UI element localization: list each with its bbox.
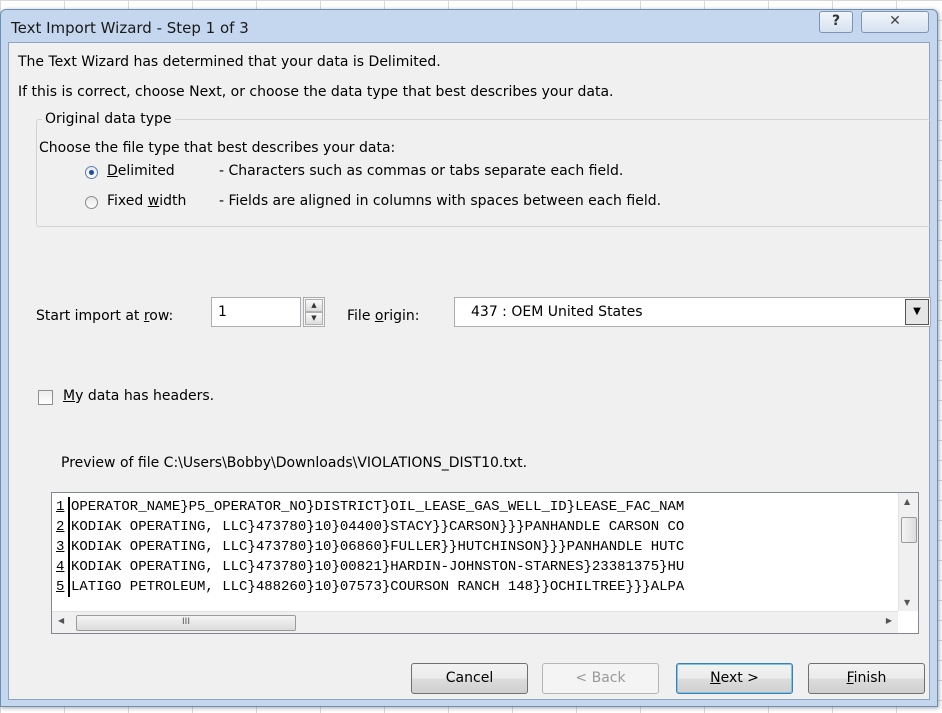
preview-row-text: OPERATOR_NAME}P5_OPERATOR_NO}DISTRICT}OI… bbox=[71, 499, 685, 515]
scroll-up-icon[interactable]: ▲ bbox=[904, 497, 910, 506]
finish-button[interactable]: Finish bbox=[808, 663, 925, 694]
dropdown-arrow-icon[interactable]: ▼ bbox=[905, 299, 929, 325]
wizard-body: The Text Wizard has determined that your… bbox=[8, 42, 931, 700]
start-row-input[interactable]: 1 bbox=[211, 297, 301, 327]
headers-checkbox[interactable] bbox=[38, 390, 53, 405]
next-button[interactable]: Next > bbox=[676, 663, 793, 694]
preview-row-text: KODIAK OPERATING, LLC}473780}10}00821}HA… bbox=[71, 559, 685, 575]
spin-up-icon[interactable]: ▲ bbox=[305, 299, 323, 312]
title-bar[interactable]: Text Import Wizard - Step 1 of 3 ? ✕ bbox=[1, 10, 937, 44]
preview-row-text: LATIGO PETROLEUM, LLC}488260}10}07573}CO… bbox=[71, 579, 685, 595]
close-button[interactable]: ✕ bbox=[861, 11, 929, 33]
fixed-width-radio[interactable] bbox=[85, 196, 98, 209]
vertical-scrollbar[interactable]: ▲ ▼ bbox=[898, 493, 918, 611]
preview-row-number: 3 bbox=[54, 537, 70, 557]
intro-line-2: If this is correct, choose Next, or choo… bbox=[18, 84, 614, 100]
spin-down-icon[interactable]: ▼ bbox=[305, 312, 323, 325]
preview-row-number: 1 bbox=[54, 497, 70, 517]
preview-row-number: 2 bbox=[54, 517, 70, 537]
file-origin-select[interactable]: 437 : OEM United States ▼ bbox=[454, 297, 931, 327]
delimited-description: - Characters such as commas or tabs sepa… bbox=[219, 163, 624, 179]
preview-row-number: 5 bbox=[54, 577, 70, 597]
scroll-right-icon[interactable]: ▶ bbox=[886, 616, 892, 625]
back-button[interactable]: < Back bbox=[542, 663, 659, 694]
delimited-radio[interactable] bbox=[85, 166, 98, 179]
horizontal-scrollbar[interactable]: ◀ III ▶ bbox=[52, 611, 898, 633]
preview-rows: 1 OPERATOR_NAME}P5_OPERATOR_NO}DISTRICT}O… bbox=[54, 497, 896, 607]
intro-line-1: The Text Wizard has determined that your… bbox=[18, 54, 441, 70]
file-origin-label: File origin: bbox=[347, 308, 420, 324]
help-button[interactable]: ? bbox=[819, 11, 853, 33]
scroll-down-icon[interactable]: ▼ bbox=[904, 598, 910, 607]
fixed-width-label[interactable]: Fixed width bbox=[107, 193, 186, 209]
preview-row: 4 KODIAK OPERATING, LLC}473780}10}00821}H… bbox=[54, 557, 896, 577]
preview-row-number: 4 bbox=[54, 557, 70, 577]
start-row-label: Start import at row: bbox=[36, 308, 174, 324]
horizontal-scroll-thumb[interactable]: III bbox=[76, 615, 296, 631]
file-origin-value: 437 : OEM United States bbox=[471, 304, 643, 320]
file-type-prompt: Choose the file type that best describes… bbox=[39, 140, 396, 156]
preview-row-text: KODIAK OPERATING, LLC}473780}10}06860}FU… bbox=[71, 539, 685, 555]
text-import-wizard-dialog: Text Import Wizard - Step 1 of 3 ? ✕ The… bbox=[0, 9, 938, 707]
file-preview[interactable]: 1 OPERATOR_NAME}P5_OPERATOR_NO}DISTRICT}O… bbox=[51, 492, 919, 634]
vertical-scroll-thumb[interactable] bbox=[901, 517, 917, 543]
preview-row: 3 KODIAK OPERATING, LLC}473780}10}06860}F… bbox=[54, 537, 896, 557]
preview-row-text: KODIAK OPERATING, LLC}473780}10}04400}ST… bbox=[71, 519, 685, 535]
preview-row: 2 KODIAK OPERATING, LLC}473780}10}04400}S… bbox=[54, 517, 896, 537]
delimited-label[interactable]: Delimited bbox=[107, 163, 175, 179]
preview-row: 5 LATIGO PETROLEUM, LLC}488260}10}07573}C… bbox=[54, 577, 896, 597]
headers-label[interactable]: My data has headers. bbox=[63, 388, 214, 404]
preview-label: Preview of file C:\Users\Bobby\Downloads… bbox=[61, 455, 528, 471]
preview-row: 1 OPERATOR_NAME}P5_OPERATOR_NO}DISTRICT}O… bbox=[54, 497, 896, 517]
start-row-spinner[interactable]: ▲ ▼ bbox=[303, 297, 325, 327]
cancel-button[interactable]: Cancel bbox=[411, 663, 528, 694]
fixed-width-description: - Fields are aligned in columns with spa… bbox=[219, 193, 662, 209]
window-title: Text Import Wizard - Step 1 of 3 bbox=[11, 19, 249, 37]
scroll-left-icon[interactable]: ◀ bbox=[58, 616, 64, 625]
data-type-group-label: Original data type bbox=[42, 111, 175, 127]
